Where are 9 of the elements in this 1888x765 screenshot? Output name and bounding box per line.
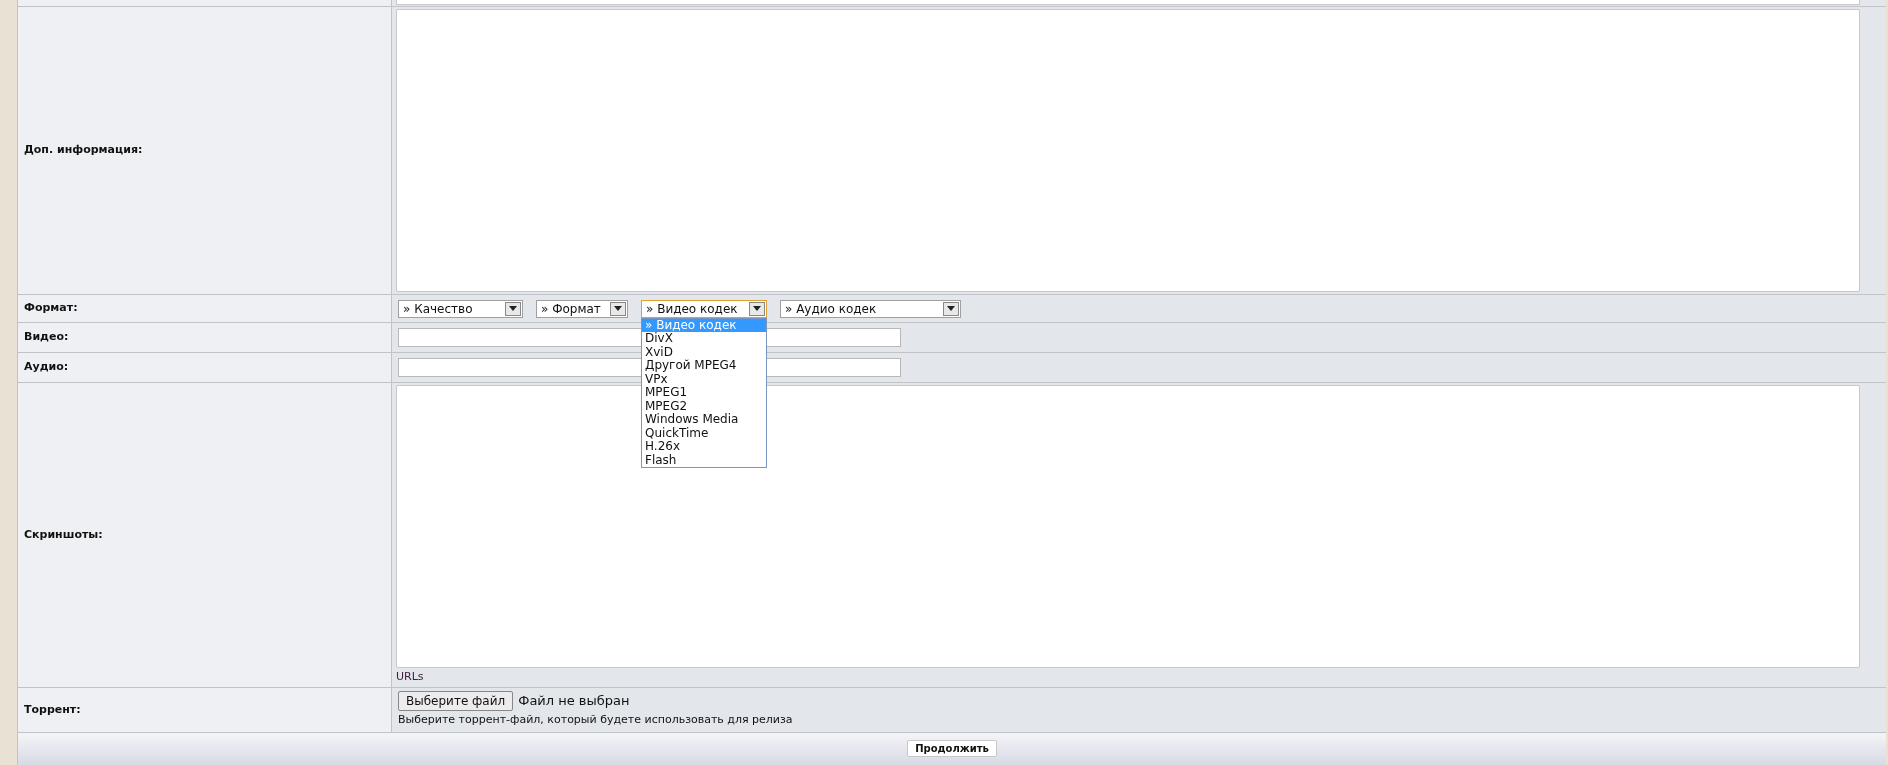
field-label: Скриншоты: [24, 526, 103, 543]
field-label: Доп. информация: [24, 142, 143, 159]
field-label: Видео: [24, 329, 69, 346]
field-label: Аудио: [24, 359, 69, 376]
field-label: Формат: [24, 300, 78, 317]
field-label: Торрент: [24, 701, 81, 718]
file-status-text: Файл не выбран [518, 692, 630, 711]
hint-text: Выберите торрент-файл, который будете использовать для релиза [398, 712, 794, 728]
urls-label: URLs [396, 669, 425, 685]
